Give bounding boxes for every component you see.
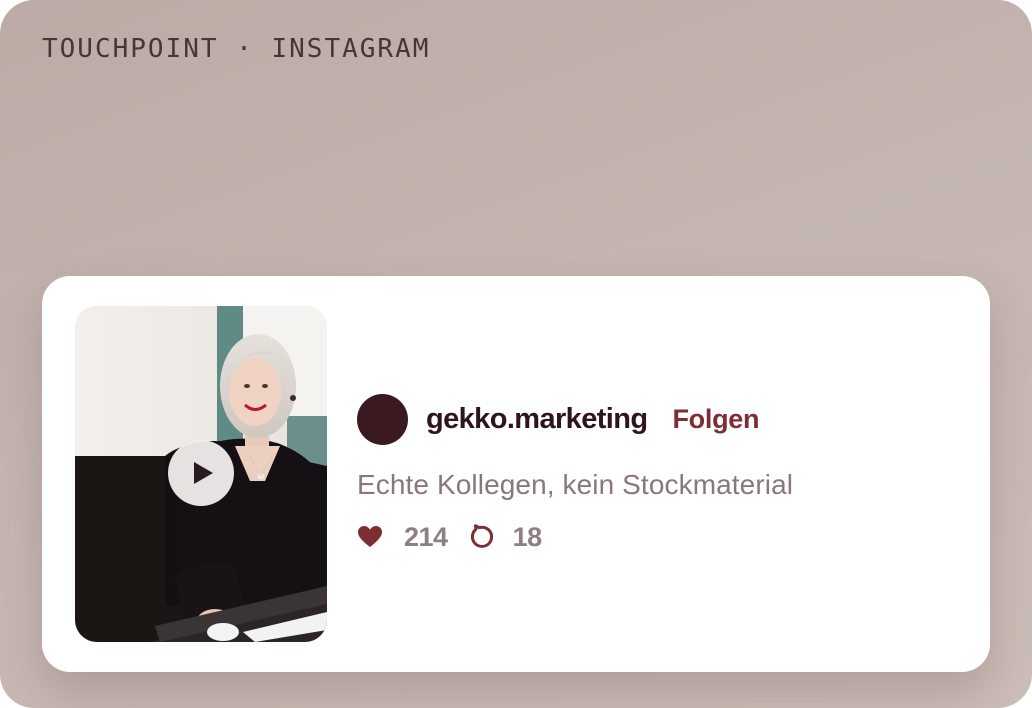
touchpoint-label: TOUCHPOINT · INSTAGRAM (42, 34, 431, 64)
account-handle[interactable]: gekko.marketing (426, 403, 648, 436)
touchpoint-panel: TOUCHPOINT · INSTAGRAM gekko.marketing F… (0, 0, 1032, 708)
avatar[interactable] (357, 393, 408, 445)
likes-count: 214 (404, 521, 448, 552)
comment-icon[interactable] (469, 524, 495, 550)
follow-button[interactable]: Folgen (672, 404, 759, 435)
account-row: gekko.marketing Folgen (357, 393, 793, 445)
engagement-stats: 214 18 (357, 519, 793, 555)
comments-count: 18 (512, 521, 543, 552)
post-info: gekko.marketing Folgen Echte Kollegen, k… (357, 393, 793, 555)
play-button[interactable] (168, 440, 234, 506)
post-video-thumbnail[interactable] (75, 306, 327, 642)
post-caption: Echte Kollegen, kein Stockmaterial (357, 469, 794, 500)
play-icon (194, 462, 213, 484)
heart-icon[interactable] (357, 525, 383, 549)
instagram-post-card[interactable]: gekko.marketing Folgen Echte Kollegen, k… (42, 276, 990, 672)
